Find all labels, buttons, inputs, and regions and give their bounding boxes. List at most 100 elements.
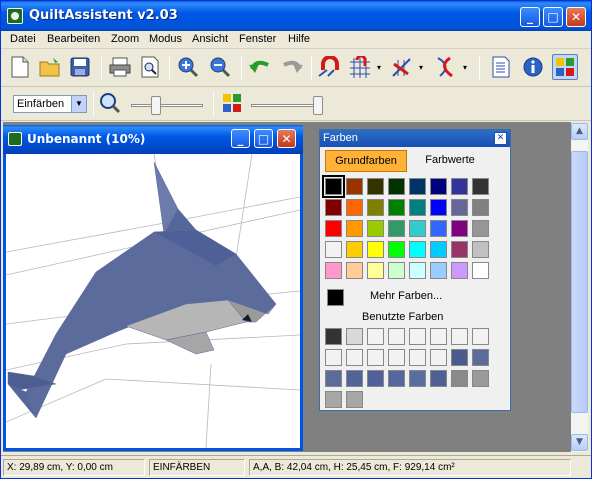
used-color-swatch[interactable] bbox=[430, 370, 447, 387]
info-icon[interactable] bbox=[520, 54, 546, 80]
open-folder-icon[interactable] bbox=[37, 54, 63, 80]
color-swatch[interactable] bbox=[325, 241, 342, 258]
maximize-button[interactable]: □ bbox=[543, 7, 563, 27]
curve-dropdown-icon[interactable]: ▾ bbox=[459, 54, 471, 80]
color-swatch[interactable] bbox=[367, 178, 384, 195]
color-swatch[interactable] bbox=[472, 262, 489, 279]
document-maximize-button[interactable]: □ bbox=[254, 129, 273, 148]
mode-select[interactable]: Einfärben ▼ bbox=[13, 95, 87, 113]
used-color-swatch[interactable] bbox=[451, 328, 468, 345]
color-swatch[interactable] bbox=[409, 262, 426, 279]
used-color-swatch[interactable] bbox=[430, 328, 447, 345]
title-bar[interactable]: QuiltAssistent v2.03 _ □ ✕ bbox=[1, 1, 591, 31]
menu-modus[interactable]: Modus bbox=[149, 33, 182, 45]
menu-zoom[interactable]: Zoom bbox=[111, 33, 139, 45]
used-color-swatch[interactable] bbox=[367, 370, 384, 387]
scroll-thumb[interactable] bbox=[571, 151, 588, 413]
vertical-scrollbar[interactable]: ▲ ▼ bbox=[571, 123, 588, 452]
color-swatch[interactable] bbox=[322, 175, 345, 198]
undo-icon[interactable] bbox=[247, 54, 273, 80]
print-preview-icon[interactable] bbox=[137, 54, 163, 80]
used-color-swatch[interactable] bbox=[367, 349, 384, 366]
curve-tool-icon[interactable] bbox=[433, 54, 459, 80]
dolphin-quilt-drawing[interactable] bbox=[6, 154, 300, 448]
color-swatch[interactable] bbox=[430, 199, 447, 216]
menu-fenster[interactable]: Fenster bbox=[239, 33, 276, 45]
used-color-swatch[interactable] bbox=[388, 328, 405, 345]
scroll-up-icon[interactable]: ▲ bbox=[571, 123, 588, 140]
color-swatch[interactable] bbox=[346, 178, 363, 195]
zoom-out-icon[interactable] bbox=[207, 54, 233, 80]
color-swatch[interactable] bbox=[451, 199, 468, 216]
menu-datei[interactable]: Datei bbox=[10, 33, 36, 45]
color-swatch[interactable] bbox=[472, 241, 489, 258]
color-swatch[interactable] bbox=[430, 241, 447, 258]
color-swatch[interactable] bbox=[346, 199, 363, 216]
color-swatch[interactable] bbox=[430, 220, 447, 237]
used-color-swatch[interactable] bbox=[472, 370, 489, 387]
color-swatch[interactable] bbox=[451, 220, 468, 237]
color-swatch[interactable] bbox=[367, 262, 384, 279]
color-swatch[interactable] bbox=[451, 178, 468, 195]
properties-list-icon[interactable] bbox=[488, 54, 514, 80]
scroll-down-icon[interactable]: ▼ bbox=[571, 434, 588, 451]
color-swatch[interactable] bbox=[430, 262, 447, 279]
document-minimize-button[interactable]: _ bbox=[231, 129, 250, 148]
tab-grundfarben[interactable]: Grundfarben bbox=[325, 150, 407, 172]
quilt-canvas[interactable] bbox=[6, 154, 300, 448]
palette-title[interactable]: Farben bbox=[320, 130, 510, 147]
line-tool-icon[interactable] bbox=[389, 54, 415, 80]
menu-hilfe[interactable]: Hilfe bbox=[288, 33, 310, 45]
line-dropdown-icon[interactable]: ▾ bbox=[415, 54, 427, 80]
color-swatch[interactable] bbox=[388, 178, 405, 195]
color-slider-thumb[interactable] bbox=[313, 96, 323, 115]
color-swatch[interactable] bbox=[346, 241, 363, 258]
color-swatch[interactable] bbox=[430, 178, 447, 195]
close-button[interactable]: ✕ bbox=[566, 7, 586, 27]
more-colors-link[interactable]: Mehr Farben... bbox=[370, 290, 442, 302]
palette-close-icon[interactable]: ✕ bbox=[494, 132, 507, 145]
color-swatch[interactable] bbox=[451, 262, 468, 279]
color-swatch[interactable] bbox=[472, 199, 489, 216]
color-swatch[interactable] bbox=[367, 199, 384, 216]
menu-bearbeiten[interactable]: Bearbeiten bbox=[47, 33, 100, 45]
zoom-slider-track[interactable] bbox=[131, 104, 203, 107]
color-swatch[interactable] bbox=[409, 220, 426, 237]
color-swatch[interactable] bbox=[346, 262, 363, 279]
grid-snap-icon[interactable] bbox=[347, 54, 373, 80]
used-color-swatch[interactable] bbox=[346, 328, 363, 345]
color-palette-icon[interactable] bbox=[552, 54, 578, 80]
used-color-swatch[interactable] bbox=[346, 391, 363, 408]
new-file-icon[interactable] bbox=[7, 54, 33, 80]
document-close-button[interactable]: ✕ bbox=[277, 129, 296, 148]
zoom-in-icon[interactable] bbox=[175, 54, 201, 80]
zoom-slider-thumb[interactable] bbox=[151, 96, 161, 115]
color-swatch[interactable] bbox=[367, 241, 384, 258]
color-swatch[interactable] bbox=[388, 220, 405, 237]
current-color-swatch[interactable] bbox=[327, 289, 344, 306]
used-color-swatch[interactable] bbox=[409, 370, 426, 387]
used-color-swatch[interactable] bbox=[472, 328, 489, 345]
magnet-icon[interactable] bbox=[317, 54, 343, 80]
color-swatch[interactable] bbox=[346, 220, 363, 237]
color-swatch[interactable] bbox=[388, 262, 405, 279]
color-swatch[interactable] bbox=[325, 220, 342, 237]
used-color-swatch[interactable] bbox=[409, 328, 426, 345]
chevron-down-icon[interactable]: ▼ bbox=[71, 96, 86, 112]
color-swatch[interactable] bbox=[325, 262, 342, 279]
color-swatch[interactable] bbox=[409, 241, 426, 258]
color-swatch[interactable] bbox=[409, 199, 426, 216]
print-icon[interactable] bbox=[107, 54, 133, 80]
color-swatch[interactable] bbox=[472, 220, 489, 237]
minimize-button[interactable]: _ bbox=[520, 7, 540, 27]
used-color-swatch[interactable] bbox=[325, 370, 342, 387]
menu-ansicht[interactable]: Ansicht bbox=[192, 33, 228, 45]
used-color-swatch[interactable] bbox=[325, 391, 342, 408]
color-swatch[interactable] bbox=[367, 220, 384, 237]
used-color-swatch[interactable] bbox=[367, 328, 384, 345]
used-color-swatch[interactable] bbox=[472, 349, 489, 366]
color-swatch[interactable] bbox=[388, 199, 405, 216]
save-disk-icon[interactable] bbox=[67, 54, 93, 80]
color-swatch[interactable] bbox=[325, 199, 342, 216]
tab-farbwerte[interactable]: Farbwerte bbox=[415, 150, 485, 172]
